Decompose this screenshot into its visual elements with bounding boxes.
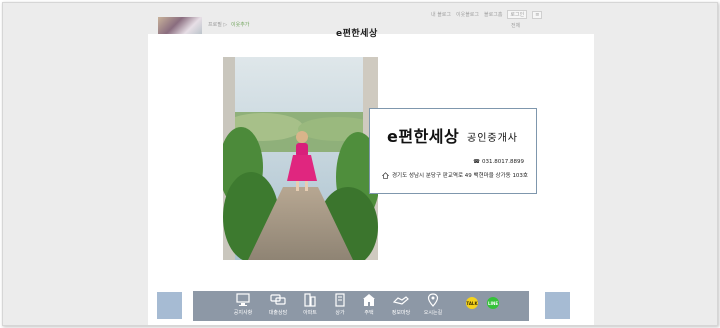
address-text: 경기도 성남시 분당구 판교역로 49 백현마을 상가동 103호 <box>392 173 528 179</box>
brand-name: e편한세상 <box>387 127 460 146</box>
home-icon <box>382 171 389 179</box>
store-building-icon <box>335 293 345 307</box>
nav-item-house[interactable]: 주택 <box>354 293 384 319</box>
nav-label: 공지사항 <box>233 310 253 316</box>
location-pin-icon <box>427 293 439 307</box>
blog-home-link[interactable]: 블로그홈 <box>484 11 502 18</box>
phone-row: ☎ 031.8017.8899 <box>473 159 524 165</box>
nav-item-apartment[interactable]: 아파트 <box>295 293 325 319</box>
nav-item-directions[interactable]: 오시는길 <box>418 293 448 319</box>
nav-item-notice[interactable]: 공지사항 <box>228 293 258 319</box>
kakaotalk-button[interactable]: TALK <box>466 297 478 309</box>
nav-side-block-right <box>545 292 570 319</box>
apartment-icon <box>304 293 316 307</box>
my-blog-link[interactable]: 내 블로그 <box>431 11 451 18</box>
nav-item-store[interactable]: 상가 <box>325 293 355 319</box>
header-photo <box>223 57 378 260</box>
nav-label: 주택 <box>364 310 374 316</box>
bottom-nav-bar: 공지사항 대출상담 아파트 상가 주택 정보마당 오시는길 TALK LINE <box>193 291 529 321</box>
phone-number: 031.8017.8899 <box>482 159 524 165</box>
profile-link[interactable]: 프로필 ▷ <box>208 21 227 28</box>
nav-label: 오시는길 <box>423 310 443 316</box>
phone-icon: ☎ <box>473 159 480 165</box>
kakaotalk-icon: TALK <box>466 300 478 306</box>
house-icon <box>363 294 375 306</box>
nav-side-block-left <box>157 292 182 319</box>
office-info-card: e편한세상 공인중개사 ☎ 031.8017.8899 경기도 성남시 분당구 … <box>369 108 537 194</box>
login-button[interactable]: 로그인 <box>507 10 528 19</box>
neighbor-blog-link[interactable]: 이웃블로그 <box>456 11 479 18</box>
brand-subtitle: 공인중개사 <box>467 133 518 144</box>
nav-item-loan[interactable]: 대출상담 <box>263 293 293 319</box>
nav-label: 상가 <box>335 310 345 316</box>
chat-icon <box>270 294 286 305</box>
top-links: 내 블로그 이웃블로그 블로그홈 로그인 ≡ <box>431 10 543 19</box>
line-icon: LINE <box>487 300 499 306</box>
add-neighbor-button[interactable]: 이웃추가 <box>231 21 249 28</box>
nav-label: 정보마당 <box>391 310 411 316</box>
menu-link[interactable]: 전체 <box>511 22 520 29</box>
handshake-icon <box>393 296 409 305</box>
blog-profile-thumbnail[interactable] <box>158 17 202 35</box>
line-button[interactable]: LINE <box>487 297 499 309</box>
nav-label: 대출상담 <box>268 310 288 316</box>
address-row: 경기도 성남시 분당구 판교역로 49 백현마을 상가동 103호 <box>382 171 528 179</box>
nav-label: 아파트 <box>303 310 317 316</box>
nav-item-info[interactable]: 정보마당 <box>386 293 416 319</box>
settings-icon[interactable]: ≡ <box>532 10 543 19</box>
blog-title[interactable]: e편한세상 <box>336 26 378 39</box>
monitor-icon <box>236 293 250 306</box>
